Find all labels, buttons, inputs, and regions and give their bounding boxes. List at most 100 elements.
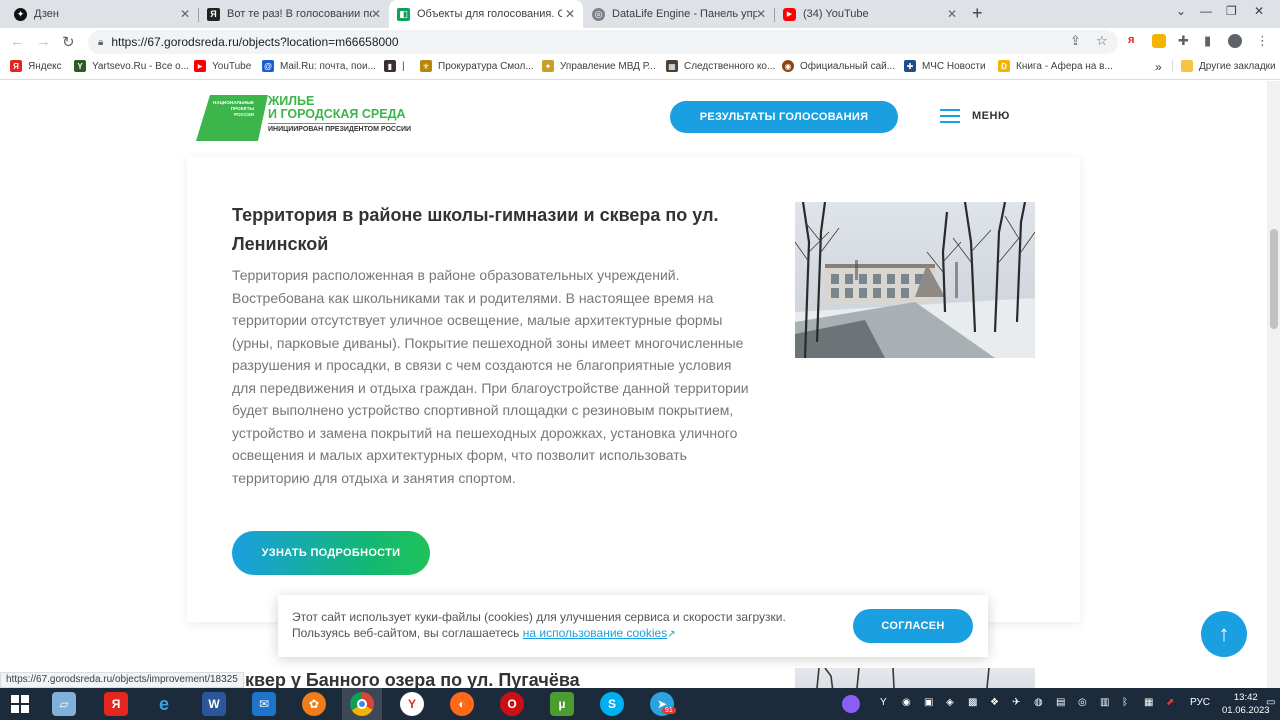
cookie-accept-button[interactable]: СОГЛАСЕН <box>853 609 973 643</box>
folder-icon <box>1181 60 1193 72</box>
skype-icon[interactable]: S <box>600 692 624 716</box>
firefox-icon[interactable]: ◐ <box>450 692 474 716</box>
next-object-title[interactable]: Сквер у Банного озера по ул. Пугачёва <box>232 670 580 688</box>
tray-app-icon[interactable]: ▩ <box>968 697 977 708</box>
restore-icon[interactable]: ❐ <box>1226 4 1237 18</box>
menu-label[interactable]: МЕНЮ <box>972 110 1010 122</box>
hamburger-icon[interactable] <box>940 109 960 123</box>
object-description: Территория расположенная в районе образо… <box>232 267 749 486</box>
internet-explorer-icon[interactable]: e <box>152 692 176 716</box>
url-text[interactable]: https://67.gorodsreda.ru/objects?locatio… <box>111 35 398 49</box>
scrollbar-thumb[interactable] <box>1270 229 1278 329</box>
bookmark-yandex[interactable]: Я Яндекс <box>10 60 62 72</box>
other-bookmarks[interactable]: Другие закладки <box>1172 60 1276 72</box>
system-clock[interactable]: 13:42 01.06.2023 <box>1222 691 1270 717</box>
tab-dzen[interactable]: ✦ Дзен ✕ <box>6 0 198 28</box>
tray-app-icon[interactable]: ▤ <box>1056 697 1065 708</box>
bookmark-mailru[interactable]: @ Mail.Ru: почта, пои... <box>262 60 376 72</box>
tab-youtube[interactable]: ▶ (34) YouTube ✕ <box>775 0 965 28</box>
profile-avatar-icon[interactable] <box>1228 34 1242 48</box>
acrobat-icon[interactable]: ⬈ <box>1166 697 1174 708</box>
extensions-puzzle-icon[interactable]: ✚ <box>1178 33 1189 49</box>
yandex-extension-icon[interactable]: я <box>1128 34 1142 48</box>
file-manager-icon[interactable]: ▱ <box>52 692 76 716</box>
tray-app-icon[interactable]: ▣ <box>924 697 933 708</box>
address-bar[interactable]: 🔒︎ https://67.gorodsreda.ru/objects?loca… <box>88 30 1118 54</box>
close-icon[interactable]: ✕ <box>180 7 190 21</box>
bookmark-label: | <box>402 60 405 72</box>
word-icon[interactable]: W <box>202 692 226 716</box>
network-icon[interactable]: ▦ <box>1144 697 1153 708</box>
next-object-photo[interactable] <box>795 668 1035 688</box>
tray-app-icon[interactable]: ✈ <box>1012 697 1020 708</box>
bookmark-label: Прокуратура Смол... <box>438 60 534 72</box>
browser-toolbar: ← → ↻ 🔒︎ https://67.gorodsreda.ru/object… <box>0 28 1280 56</box>
notifications-icon[interactable]: ▭ <box>1266 697 1275 708</box>
voting-results-button[interactable]: РЕЗУЛЬТАТЫ ГОЛОСОВАНИЯ <box>670 101 898 133</box>
page-scrollbar[interactable] <box>1267 81 1280 688</box>
reload-icon[interactable]: ↻ <box>62 33 75 51</box>
site-logo[interactable]: НАЦИОНАЛЬНЫЕ ПРОЕКТЫ РОССИИ ЖИЛЬЕ И ГОРО… <box>196 95 411 146</box>
bookmark-mvd[interactable]: ✦ Управление МВД Р... <box>542 60 656 72</box>
mail-icon[interactable]: ✉ <box>252 692 276 716</box>
opera-icon[interactable]: O <box>500 692 524 716</box>
bookmark-unnamed[interactable]: ▮ | <box>384 60 405 72</box>
tab-voting-objects[interactable]: ◧ Объекты для голосования. Смо ✕ <box>389 0 583 28</box>
yandex-browser-icon[interactable]: Я <box>104 692 128 716</box>
cookie-policy-link[interactable]: на использование cookies <box>523 626 667 640</box>
object-title[interactable]: Территория в районе школы-гимназии и скв… <box>232 201 742 259</box>
yandex-y-icon[interactable]: Y <box>400 692 424 716</box>
more-menu-icon[interactable]: ⋮ <box>1256 33 1269 49</box>
minimize-icon[interactable]: — <box>1200 4 1212 18</box>
ok-icon[interactable]: ✿ <box>302 692 326 716</box>
tray-app-icon[interactable]: ▥ <box>1100 697 1109 708</box>
alice-icon[interactable] <box>842 695 860 713</box>
extension-icon[interactable] <box>1152 34 1166 48</box>
close-icon[interactable]: ✕ <box>565 7 575 21</box>
bookmark-sk[interactable]: ▦ Следственного ко... <box>666 60 775 72</box>
tab-yandex-news[interactable]: Я Вот те раз! В голосовании по бл ✕ <box>199 0 389 28</box>
tray-app-icon[interactable]: ◈ <box>946 697 954 708</box>
yartsevo-icon: Y <box>74 60 86 72</box>
language-indicator[interactable]: РУС <box>1190 697 1210 708</box>
bluetooth-icon[interactable]: ᛒ <box>1122 697 1128 708</box>
utorrent-icon[interactable]: µ <box>550 692 574 716</box>
windows-start-icon[interactable] <box>8 692 32 716</box>
sidebar-icon[interactable]: ▮ <box>1204 33 1211 49</box>
bookmark-yartsevo[interactable]: Y Yartsevo.Ru - Все о... <box>74 60 189 72</box>
cookie-consent-text: Пользуясь веб-сайтом, вы соглашаетесь <box>292 626 520 640</box>
chevron-right-icon[interactable]: » <box>1155 60 1162 74</box>
scroll-to-top-button[interactable]: ↑ <box>1201 611 1247 657</box>
arrow-up-icon: ↑ <box>1218 621 1230 646</box>
tray-yandex-icon[interactable]: Y <box>880 697 887 708</box>
learn-more-button[interactable]: УЗНАТЬ ПОДРОБНОСТИ <box>232 531 430 575</box>
close-icon[interactable]: ✕ <box>756 7 766 21</box>
bookmark-prokuratura[interactable]: ⚜ Прокуратура Смол... <box>420 60 534 72</box>
close-icon[interactable]: ✕ <box>371 7 381 21</box>
external-link-icon[interactable]: ↗ <box>667 629 675 640</box>
share-icon[interactable]: ⇪ <box>1070 33 1081 49</box>
forward-icon[interactable]: → <box>36 33 51 50</box>
tray-app-icon[interactable]: ◎ <box>1078 697 1087 708</box>
menu-button[interactable]: МЕНЮ <box>940 109 1010 123</box>
bookmark-star-icon[interactable]: ☆ <box>1096 33 1108 49</box>
bookmark-official[interactable]: ◉ Официальный сай... <box>782 60 895 72</box>
new-tab-icon[interactable]: + <box>972 3 983 24</box>
chrome-icon[interactable] <box>350 692 374 716</box>
bookmark-youtube[interactable]: ▶ YouTube <box>194 60 251 72</box>
cookie-text: Этот сайт использует куки-файлы (cookies… <box>292 609 822 643</box>
tray-app-icon[interactable]: ❖ <box>990 697 999 708</box>
tray-app-icon[interactable]: ◍ <box>1034 697 1043 708</box>
bookmark-mchs[interactable]: ✚ МЧС Новости <box>904 60 986 72</box>
object-photo[interactable] <box>795 202 1035 358</box>
lock-icon[interactable]: 🔒︎ <box>98 37 103 48</box>
tab-datalife[interactable]: ◎ DataLife Engine - Панель управл ✕ <box>584 0 774 28</box>
close-window-icon[interactable]: ✕ <box>1254 4 1264 18</box>
back-icon[interactable]: ← <box>10 33 25 50</box>
tab-search-icon[interactable]: ⌄ <box>1176 4 1186 18</box>
close-icon[interactable]: ✕ <box>947 7 957 21</box>
bookmarks-overflow-chevron[interactable]: » <box>1155 60 1162 74</box>
tray-app-icon[interactable]: ◉ <box>902 697 911 708</box>
coat-of-arms-icon: ◉ <box>782 60 794 72</box>
bookmark-book[interactable]: D Книга - Афера на в... <box>998 60 1113 72</box>
